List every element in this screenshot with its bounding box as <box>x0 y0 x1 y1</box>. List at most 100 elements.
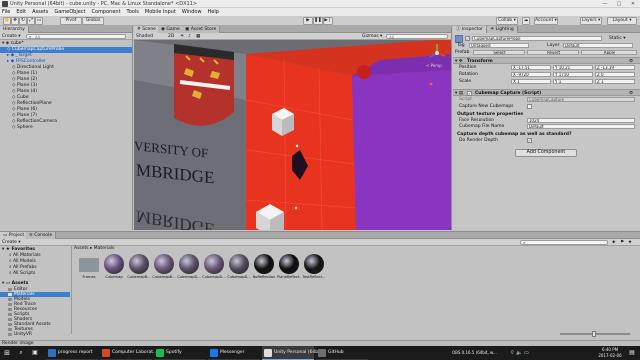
object-name-field[interactable]: CubemapCaptureProbe <box>472 36 602 41</box>
tab-scene[interactable]: # Scene <box>134 26 160 33</box>
transform-rotation-x[interactable]: X -9720 <box>511 72 551 77</box>
layers-dropdown[interactable]: Layers ▾ <box>580 17 602 25</box>
minimize-button[interactable]: — <box>598 0 612 8</box>
menu-edit[interactable]: Edit <box>16 8 26 16</box>
pause-button[interactable]: ❚❚ <box>313 17 323 25</box>
tag-dropdown[interactable]: Untagged <box>469 43 529 48</box>
menu-mobile-input[interactable]: Mobile Input <box>145 8 176 16</box>
audio-toggle-icon[interactable]: ♪ <box>188 34 191 39</box>
close-button[interactable]: ✕ <box>626 0 640 8</box>
scene-viewport[interactable]: VERSITY OF MBRIDGE MBRIDGE < Persp <box>134 40 451 230</box>
asset-item[interactable]: PlaneReflect... <box>277 254 301 284</box>
menu-component[interactable]: Component <box>92 8 121 16</box>
asset-item[interactable]: CubemapD... <box>177 254 201 284</box>
transform-scale-y[interactable]: Y 1 <box>553 79 593 84</box>
tab-inspector[interactable]: ⓘ Inspector <box>453 26 487 33</box>
play-button[interactable]: ▶ <box>303 17 313 25</box>
gizmos-dropdown[interactable]: Gizmos ▾ <box>362 34 382 39</box>
asset-item[interactable]: CubemapB... <box>152 254 176 284</box>
toggle-2d-button[interactable]: 2D <box>168 34 174 39</box>
thumbnail-size-slider[interactable] <box>560 331 630 337</box>
transform-rotation-y[interactable]: Y 1710 <box>553 72 593 77</box>
component-enabled-checkbox[interactable]: ✓ <box>467 90 472 96</box>
component-settings-icon[interactable]: ⚙ <box>629 59 633 64</box>
start-button[interactable]: ⊞ <box>0 346 14 360</box>
taskbar-app[interactable]: Messenger <box>208 346 260 360</box>
scale-tool-button[interactable]: ⤢ <box>27 17 35 25</box>
favorite-item[interactable]: ⌕ All Scripts <box>0 271 70 277</box>
component-settings-icon[interactable]: ⚙ <box>629 91 633 96</box>
prefab-apply-button[interactable]: Apply <box>581 50 637 55</box>
taskbar-app[interactable]: GitHub <box>316 346 368 360</box>
transform-header[interactable]: ▾ ✥ Transform ⚙ <box>453 57 640 64</box>
active-checkbox[interactable]: ✓ <box>465 36 470 41</box>
asset-item[interactable]: NoReflection <box>253 254 275 284</box>
layout-dropdown[interactable]: Layout ▾ <box>607 17 637 25</box>
move-tool-button[interactable]: ✥ <box>11 17 19 25</box>
capture-new-checkbox[interactable] <box>527 104 532 109</box>
project-create-dropdown[interactable]: Create ▾ <box>2 240 21 245</box>
taskbar-app[interactable]: progress report <box>46 346 98 360</box>
hierarchy-item[interactable]: ◇ Sphere <box>0 125 132 131</box>
menu-window[interactable]: Window <box>182 8 202 16</box>
taskbar-app[interactable]: Computer Laborat... <box>100 346 157 360</box>
transform-position-y[interactable]: Y 10.21 <box>553 65 593 70</box>
menu-file[interactable]: File <box>2 8 10 16</box>
pivot-toggle[interactable]: Pivot <box>60 17 82 25</box>
perspective-label[interactable]: < Persp <box>426 63 442 68</box>
maximize-button[interactable]: □ <box>612 0 626 8</box>
rotate-tool-button[interactable]: ↻ <box>19 17 27 25</box>
menu-gameobject[interactable]: GameObject <box>54 8 85 16</box>
cloud-button[interactable]: ☁ <box>522 17 530 25</box>
clock[interactable]: 6:40 PM 2017-02-06 <box>598 346 622 360</box>
tab-hierarchy[interactable]: Hierarchy <box>0 26 29 33</box>
static-dropdown[interactable]: Static ▾ <box>609 36 626 41</box>
task-view-button[interactable]: ▣ <box>28 346 42 360</box>
asset-item[interactable]: CubemapD... <box>202 254 226 284</box>
step-button[interactable]: ▶❘ <box>323 17 333 25</box>
account-dropdown[interactable]: Account ▾ <box>534 17 558 25</box>
prefab-select-button[interactable]: Select <box>473 50 525 55</box>
slider-handle[interactable] <box>592 331 596 337</box>
asset-item[interactable]: TestReflect... <box>303 254 325 284</box>
tab-console[interactable]: ≡ Console <box>26 232 57 239</box>
asset-item[interactable]: Frames <box>78 254 100 284</box>
transform-rotation-z[interactable]: Z 0 <box>595 72 635 77</box>
script-field[interactable]: CubemapCapture <box>527 97 635 102</box>
tray-icons[interactable]: ⌔ 🔈 ▭ <box>510 346 529 360</box>
add-component-button[interactable]: Add Component <box>515 149 577 157</box>
prefab-revert-button[interactable]: Revert <box>527 50 579 55</box>
scene-orientation-gizmo[interactable]: < Persp <box>426 42 448 68</box>
transform-scale-z[interactable]: Z 1 <box>595 79 635 84</box>
menu-tools[interactable]: Tools <box>127 8 139 16</box>
asset-item[interactable]: Cubemap <box>103 254 125 284</box>
menu-assets[interactable]: Assets <box>32 8 48 16</box>
transform-position-x[interactable]: X -17.51 <box>511 65 551 70</box>
tab-asset-store[interactable]: ▣ Asset Store <box>182 26 221 33</box>
folder-item[interactable]: UnityVR <box>0 332 70 337</box>
notifications-button[interactable]: ▤ <box>626 346 638 360</box>
asset-item[interactable]: CubemapB... <box>127 254 151 284</box>
hand-tool-button[interactable]: ✋ <box>3 17 11 25</box>
tab-project[interactable]: ▭ Project <box>0 232 29 239</box>
collab-dropdown[interactable]: Collab ▾ <box>496 17 518 25</box>
layer-dropdown[interactable]: Default <box>563 43 633 48</box>
shading-mode-dropdown[interactable]: Shaded <box>136 34 153 39</box>
tray-app-label[interactable]: OBS 0.16.5 (64bit, w... <box>452 346 497 360</box>
scene-search-input[interactable]: All <box>386 34 448 40</box>
task-search-button[interactable]: ⌕ <box>14 346 28 360</box>
create-dropdown[interactable]: Create ▾ <box>2 34 21 39</box>
face-resolution-field[interactable]: 1024 <box>527 118 635 123</box>
taskbar-app[interactable]: Unity Personal (64b... <box>262 346 322 360</box>
lighting-toggle-icon[interactable]: ☀ <box>180 34 184 39</box>
tab-lighting[interactable]: ☀ Lighting <box>487 26 518 33</box>
render-depth-checkbox[interactable]: ✓ <box>527 138 532 143</box>
tab-game[interactable]: ◉ Game <box>158 26 184 33</box>
transform-scale-x[interactable]: X 1 <box>511 79 551 84</box>
menu-help[interactable]: Help <box>208 8 219 16</box>
effects-toggle-icon[interactable]: ▦ <box>196 34 200 39</box>
asset-item[interactable]: CubemapD... <box>227 254 251 284</box>
cubemap-capture-header[interactable]: ▾ ▤ ✓ Cubemap Capture (Script) ⚙ <box>453 89 640 96</box>
hierarchy-search-input[interactable]: ⌕ All <box>26 34 126 40</box>
file-name-field[interactable]: Default <box>527 124 635 129</box>
